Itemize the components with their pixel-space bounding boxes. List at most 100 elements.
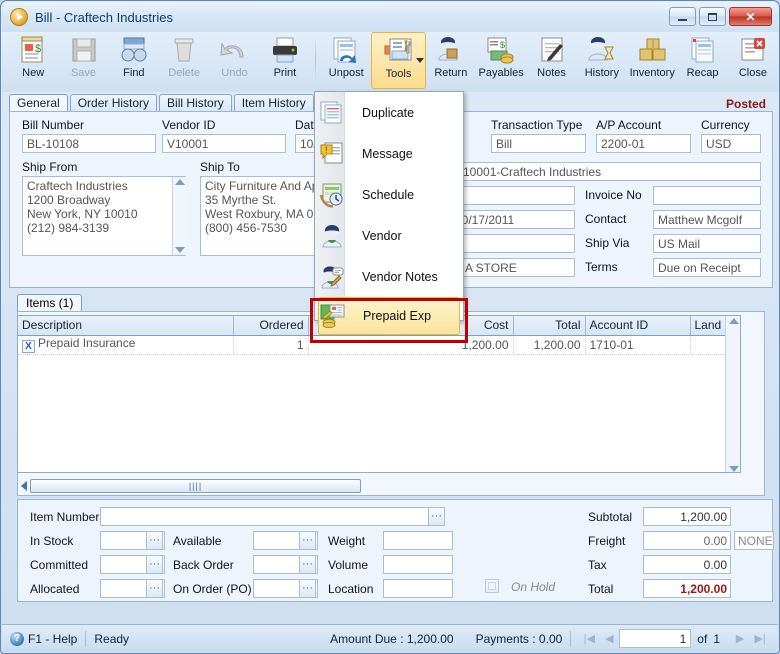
- toolbar-button-new[interactable]: $ New: [8, 32, 58, 90]
- grid-vertical-scrollbar[interactable]: [725, 316, 740, 472]
- scroll-down-icon[interactable]: [174, 247, 185, 253]
- chevron-down-icon[interactable]: [415, 58, 424, 63]
- location-field[interactable]: [383, 579, 453, 598]
- volume-field[interactable]: [383, 555, 453, 574]
- cell-ordered[interactable]: 1: [233, 335, 309, 355]
- nav-prev-button[interactable]: ◀: [599, 630, 619, 648]
- cell-account-id[interactable]: 1710-01: [585, 335, 691, 355]
- committed-lookup-button[interactable]: ···: [146, 555, 163, 574]
- available-lookup-button[interactable]: ···: [299, 531, 316, 550]
- x-delete-icon[interactable]: X: [22, 340, 35, 353]
- toolbar-button-history[interactable]: History: [577, 32, 627, 90]
- column-header-description[interactable]: Description: [18, 316, 234, 336]
- help-icon[interactable]: ?: [10, 631, 24, 646]
- minimize-button[interactable]: [669, 7, 696, 26]
- floppy-disk-icon: [68, 35, 100, 65]
- back-order-lookup-button[interactable]: ···: [299, 555, 316, 574]
- toolbar-button-print[interactable]: Print: [260, 32, 310, 90]
- scroll-up-icon[interactable]: [728, 318, 739, 324]
- detail-form: Item Number ··· In Stock Committed Alloc…: [17, 499, 774, 602]
- mid-store-field[interactable]: MA STORE: [450, 258, 575, 277]
- toolbar-button-tools[interactable]: Tools: [371, 32, 426, 89]
- toolbar-button-inventory[interactable]: Inventory: [627, 32, 677, 90]
- column-header-account-id[interactable]: Account ID: [585, 316, 691, 336]
- ship-via-field[interactable]: US Mail: [653, 234, 761, 253]
- label-back-order: Back Order: [173, 558, 234, 572]
- mid-date-field[interactable]: 10/17/2011: [450, 210, 575, 229]
- label-location: Location: [328, 582, 374, 596]
- toolbar-button-payables[interactable]: $ Payables: [476, 32, 526, 90]
- cell-total[interactable]: 1,200.00: [513, 335, 586, 355]
- scroll-left-icon[interactable]: [21, 480, 27, 491]
- ship-from-scrollbar[interactable]: [172, 177, 186, 255]
- tax-field[interactable]: 0.00: [643, 555, 731, 574]
- freight-field[interactable]: 0.00: [643, 531, 731, 550]
- terms-field[interactable]: Due on Receipt: [653, 258, 761, 277]
- grid-horizontal-scrollbar[interactable]: ||||: [21, 478, 361, 493]
- label-transaction-type: Transaction Type: [491, 118, 583, 132]
- bill-number-field[interactable]: BL-10108: [22, 134, 156, 153]
- tab-order-history[interactable]: Order History: [69, 94, 158, 112]
- toolbar-button-close[interactable]: Close: [728, 32, 778, 90]
- label-tax: Tax: [588, 558, 607, 572]
- new-document-icon: $: [17, 35, 49, 65]
- menu-item-duplicate[interactable]: Duplicate: [315, 92, 463, 133]
- cell-description[interactable]: X Prepaid Insurance: [18, 335, 234, 355]
- menu-item-message[interactable]: ! Message: [315, 133, 463, 174]
- ship-from-textarea[interactable]: Craftech Industries 1200 Broadway New Yo…: [22, 176, 186, 256]
- toolbar-label: Return: [434, 67, 468, 79]
- invoice-no-field[interactable]: [653, 186, 761, 205]
- transaction-type-field[interactable]: Bill: [491, 134, 586, 153]
- menu-item-label: Vendor: [362, 228, 402, 243]
- menu-item-schedule[interactable]: Schedule: [315, 174, 463, 215]
- toolbar-button-notes[interactable]: Notes: [526, 32, 576, 90]
- toolbar-button-undo[interactable]: Undo: [209, 32, 259, 90]
- in-stock-lookup-button[interactable]: ···: [146, 531, 163, 550]
- toolbar-button-save[interactable]: Save: [58, 32, 108, 90]
- mid-field-2[interactable]: [450, 234, 575, 253]
- currency-field[interactable]: USD: [701, 134, 761, 153]
- on-order-po-lookup-button[interactable]: ···: [299, 579, 316, 598]
- window-title: Bill - Craftech Industries: [35, 9, 173, 25]
- nav-first-button[interactable]: |◀: [579, 630, 599, 648]
- scroll-thumb[interactable]: ||||: [30, 478, 361, 493]
- contact-field[interactable]: Matthew Mcgolf: [653, 210, 761, 229]
- item-number-field[interactable]: [100, 507, 445, 526]
- bill-window: Bill - Craftech Industries ✕ $ New Save: [0, 0, 780, 654]
- cell-description-text: Prepaid Insurance: [38, 336, 136, 350]
- ap-account-field[interactable]: 2200-01: [596, 134, 691, 153]
- tab-items[interactable]: Items (1): [17, 294, 83, 312]
- tab-bill-history[interactable]: Bill History: [159, 94, 232, 112]
- page-number-input[interactable]: 1: [619, 629, 692, 648]
- toolbar-button-unpost[interactable]: Unpost: [321, 32, 371, 90]
- weight-field[interactable]: [383, 531, 453, 550]
- scroll-up-icon[interactable]: [174, 179, 185, 185]
- item-number-lookup-button[interactable]: ···: [428, 507, 445, 526]
- trash-can-icon: [168, 35, 200, 65]
- nav-next-button[interactable]: ▶: [730, 630, 750, 648]
- nav-last-button[interactable]: ▶|: [750, 630, 770, 648]
- toolbar-label: Payables: [478, 67, 524, 79]
- notepad-pen-icon: [536, 35, 568, 65]
- toolbar-button-return[interactable]: Return: [426, 32, 476, 90]
- column-header-total[interactable]: Total: [513, 316, 586, 336]
- vendor-name-field[interactable]: V10001-Craftech Industries: [450, 162, 761, 181]
- status-help-text[interactable]: F1 - Help: [28, 632, 77, 646]
- toolbar-button-delete[interactable]: Delete: [159, 32, 209, 90]
- label-allocated: Allocated: [30, 582, 80, 596]
- close-button[interactable]: ✕: [729, 7, 772, 26]
- tab-general[interactable]: General: [9, 94, 68, 112]
- on-hold-checkbox[interactable]: [485, 579, 499, 593]
- toolbar-button-find[interactable]: Find: [109, 32, 159, 90]
- freight-code-field[interactable]: NONE: [734, 531, 774, 550]
- allocated-lookup-button[interactable]: ···: [146, 579, 163, 598]
- vendor-id-field[interactable]: V10001: [162, 134, 286, 153]
- maximize-button[interactable]: [699, 7, 726, 26]
- menu-item-vendor-notes[interactable]: Vendor Notes: [315, 256, 463, 297]
- tab-item-history[interactable]: Item History: [233, 94, 314, 112]
- menu-item-vendor[interactable]: Vendor: [315, 215, 463, 256]
- mid-field-1[interactable]: [450, 186, 575, 205]
- scroll-down-icon[interactable]: [728, 466, 739, 472]
- toolbar-button-recap[interactable]: Recap: [677, 32, 727, 90]
- column-header-ordered[interactable]: Ordered: [233, 316, 309, 336]
